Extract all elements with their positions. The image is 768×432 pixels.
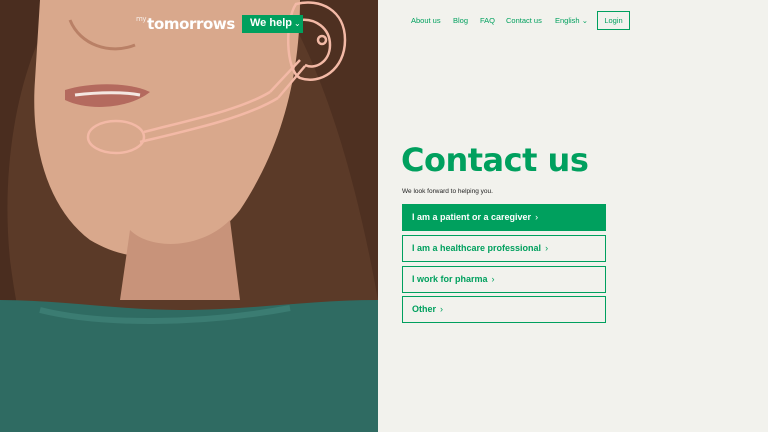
nav-contact-us[interactable]: Contact us [506, 16, 542, 25]
nav-faq[interactable]: FAQ [480, 16, 495, 25]
option-pharma[interactable]: I work for pharma › [402, 266, 606, 293]
nav-language-select[interactable]: English ⌄ [555, 16, 588, 25]
option-other[interactable]: Other › [402, 296, 606, 323]
chevron-right-icon: › [545, 243, 549, 253]
option-label: Other [412, 304, 437, 314]
page-title: Contact us [401, 141, 589, 179]
we-help-button[interactable]: We help ⌄ [242, 15, 303, 33]
we-help-label: We help [250, 17, 292, 29]
chevron-right-icon: › [491, 274, 495, 284]
chevron-right-icon: › [535, 212, 539, 222]
nav-blog[interactable]: Blog [453, 16, 468, 25]
hero-photo [0, 0, 378, 432]
option-label: I work for pharma [412, 274, 488, 284]
option-healthcare-professional[interactable]: I am a healthcare professional › [402, 235, 606, 262]
option-patient-caregiver[interactable]: I am a patient or a caregiver › [402, 204, 606, 231]
logo-prefix: my [136, 15, 147, 23]
brand-logo[interactable]: mytomorrows [136, 15, 235, 33]
page-subtitle: We look forward to helping you. [402, 188, 493, 195]
logo-text: tomorrows [147, 15, 235, 33]
chevron-down-icon: ⌄ [579, 16, 588, 25]
language-label: English [555, 16, 580, 25]
option-label: I am a healthcare professional [412, 243, 542, 253]
nav-about-us[interactable]: About us [411, 16, 441, 25]
hero-illustration [0, 0, 378, 432]
option-label: I am a patient or a caregiver [412, 212, 532, 222]
chevron-down-icon: ⌄ [293, 19, 301, 28]
login-button[interactable]: Login [597, 11, 630, 30]
chevron-right-icon: › [440, 304, 444, 314]
